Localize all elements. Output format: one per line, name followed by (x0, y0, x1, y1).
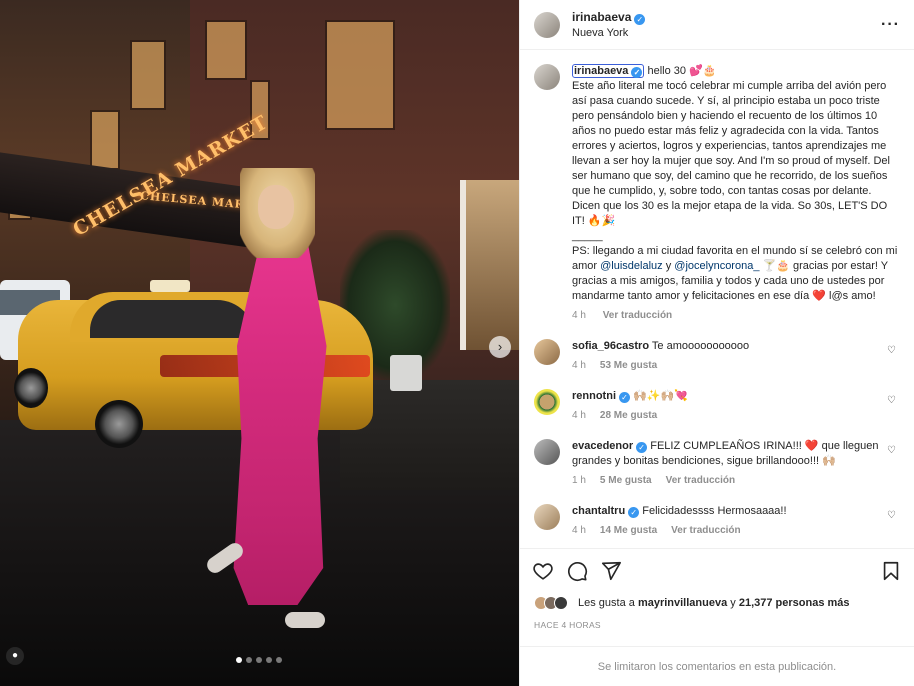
comment-username[interactable]: chantaltru (572, 505, 625, 517)
comment-likes[interactable]: 5 Me gusta (600, 475, 652, 486)
avatar[interactable] (534, 504, 560, 530)
likes-middle: y (730, 597, 736, 609)
high-heel (285, 612, 325, 628)
translate-link[interactable]: Ver traducción (603, 310, 672, 321)
window (205, 20, 247, 80)
comment-username[interactable]: evacedenor (572, 440, 633, 452)
save-bookmark-icon[interactable] (880, 560, 902, 582)
action-bar (520, 548, 914, 592)
comment-username[interactable]: rennotni (572, 390, 616, 402)
verified-icon: ✓ (636, 442, 648, 453)
comment-icon[interactable] (566, 560, 588, 582)
post-photo[interactable]: CHELSEA MARKET CHELSEA MARKET › ● (0, 0, 519, 686)
comment-username[interactable]: sofia_96castro (572, 340, 649, 352)
carousel-dots (236, 657, 282, 663)
carousel-dot (266, 657, 272, 663)
translate-link[interactable]: Ver traducción (671, 525, 740, 536)
comment-item: sofia_96castro Te amooooooooooo 4 h 53 Me… (534, 339, 900, 371)
verified-icon: ✓ (628, 507, 640, 518)
comment-item: chantaltru ✓ Felicidadessss Hermosaaaa!! … (534, 504, 900, 536)
caption-body: Este año literal me tocó celebrar mi cum… (572, 80, 890, 227)
liker-username[interactable]: mayrinvillanueva (638, 597, 727, 609)
like-heart-icon[interactable] (532, 560, 554, 582)
comment-time[interactable]: 4 h (572, 410, 586, 421)
caption: irinabaeva ✓ hello 30 💕🎂 Este año literal… (534, 64, 900, 321)
avatar[interactable] (534, 389, 560, 415)
tagged-users-icon[interactable]: ● (6, 647, 24, 665)
caption-ps-and: y (662, 260, 675, 272)
caption-username[interactable]: irinabaeva ✓ (572, 64, 645, 78)
posted-time[interactable]: HACE 4 HORAS (520, 614, 914, 646)
shop-window (460, 180, 519, 350)
comments-closed-notice: Se limitaron los comentarios en esta pub… (520, 646, 914, 686)
translate-link[interactable]: Ver traducción (666, 475, 735, 486)
avatar (554, 596, 568, 610)
comment-text: 🙌🏼✨🙌🏼💘 (633, 390, 688, 402)
avatar[interactable] (534, 64, 560, 90)
heart-icon[interactable]: ♡ (887, 395, 896, 406)
post-header: irinabaeva ✓ Nueva York ··· (520, 0, 914, 50)
comment-text: Felicidadessss Hermosaaaa!! (642, 505, 787, 517)
likes-count[interactable]: 21,377 personas más (739, 597, 850, 609)
verified-icon: ✓ (634, 14, 646, 25)
mention-link[interactable]: @jocelyncorona_ (674, 260, 759, 272)
woman-face (258, 185, 294, 229)
likes-summary: Les gusta a mayrinvillanueva y 21,377 pe… (520, 592, 914, 614)
avatar[interactable] (534, 11, 560, 38)
comments-list: irinabaeva ✓ hello 30 💕🎂 Este año literal… (520, 50, 914, 548)
post-sidebar: irinabaeva ✓ Nueva York ··· irinabaeva ✓ h… (519, 0, 914, 686)
avatar[interactable] (534, 439, 560, 465)
taxi-wheel (95, 400, 143, 448)
mention-link[interactable]: @luisdelaluz (600, 260, 663, 272)
comment-text: Te amooooooooooo (651, 340, 750, 352)
carousel-dot (236, 657, 242, 663)
carousel-dot (276, 657, 282, 663)
location-link[interactable]: Nueva York (572, 25, 645, 41)
heart-icon[interactable]: ♡ (887, 445, 896, 456)
window (325, 20, 395, 130)
comment-time[interactable]: 4 h (572, 525, 586, 536)
comment-item: evacedenor ✓ FELIZ CUMPLEAÑOS IRINA!!! ❤️… (534, 439, 900, 486)
carousel-next-button[interactable]: › (489, 336, 511, 358)
comment-item: rennotni ✓ 🙌🏼✨🙌🏼💘 4 h 28 Me gusta ♡ (534, 389, 900, 421)
liker-avatars[interactable] (534, 596, 568, 610)
plant-pot (390, 355, 422, 391)
verified-icon: ✓ (619, 392, 630, 403)
header-username[interactable]: irinabaeva (572, 10, 631, 24)
caption-divider: _____ (572, 230, 603, 242)
carousel-dot (246, 657, 252, 663)
comment-time[interactable]: 1 h (572, 475, 586, 486)
carousel-dot (256, 657, 262, 663)
window (90, 110, 120, 170)
heart-icon[interactable]: ♡ (887, 345, 896, 356)
more-options-icon[interactable]: ··· (881, 16, 900, 34)
caption-intro: hello 30 💕🎂 (647, 65, 717, 77)
comment-likes[interactable]: 14 Me gusta (600, 525, 657, 536)
share-icon[interactable] (600, 560, 622, 582)
verified-icon: ✓ (631, 67, 643, 78)
likes-prefix: Les gusta a (578, 597, 635, 609)
instagram-post-modal: CHELSEA MARKET CHELSEA MARKET › ● irinab… (0, 0, 914, 686)
comment-time[interactable]: 4 h (572, 360, 586, 371)
taxi-wheel (14, 368, 48, 408)
taxi-roof-light (150, 280, 190, 292)
comment-likes[interactable]: 28 Me gusta (600, 410, 657, 421)
window (130, 40, 166, 110)
avatar[interactable] (534, 339, 560, 365)
caption-time[interactable]: 4 h (572, 310, 586, 321)
taxi-window (90, 300, 255, 338)
heart-icon[interactable]: ♡ (887, 510, 896, 521)
comment-likes[interactable]: 53 Me gusta (600, 360, 657, 371)
